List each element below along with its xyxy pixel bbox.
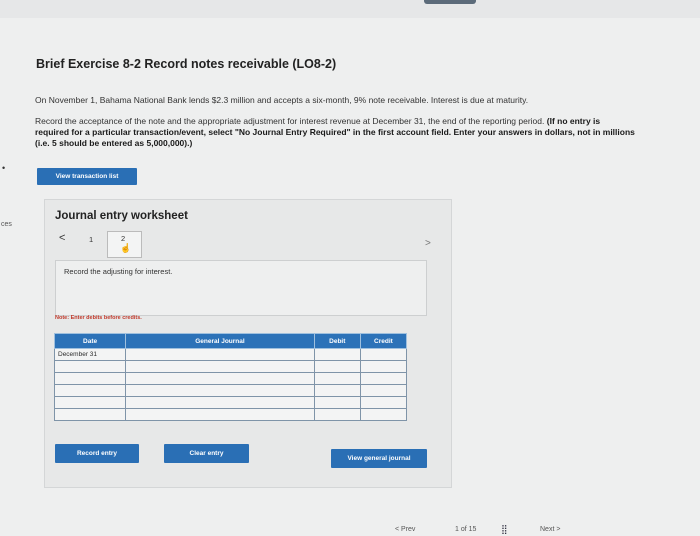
- date-cell[interactable]: [53, 372, 127, 385]
- account-cell[interactable]: [125, 348, 315, 361]
- credit-cell[interactable]: [359, 384, 408, 397]
- grid-icon[interactable]: ⣿: [501, 524, 508, 535]
- clear-entry-button[interactable]: Clear entry: [164, 444, 249, 463]
- debit-cell[interactable]: [313, 372, 361, 385]
- credit-cell[interactable]: [359, 360, 408, 373]
- exercise-title: Brief Exercise 8-2 Record notes receivab…: [36, 57, 337, 71]
- date-cell[interactable]: [53, 384, 127, 397]
- journal-rows: December 31: [53, 348, 408, 421]
- exercise-paragraph-1: On November 1, Bahama National Bank lend…: [35, 95, 529, 105]
- entry-tab-2[interactable]: 2 ☝: [107, 231, 142, 258]
- journal-table: Date General Journal Debit Credit Decemb…: [53, 333, 408, 421]
- debit-cell[interactable]: [313, 384, 361, 397]
- credit-cell[interactable]: [359, 396, 408, 409]
- credit-cell[interactable]: [359, 348, 408, 361]
- left-edge-text: ces: [1, 221, 12, 228]
- next-page-link[interactable]: Next >: [540, 526, 560, 533]
- instructions-text: Record the acceptance of the note and th…: [35, 116, 547, 126]
- debit-cell[interactable]: [313, 348, 361, 361]
- hand-pointer-icon: ☝: [120, 243, 132, 253]
- account-cell[interactable]: [125, 384, 315, 397]
- credit-header: Credit: [359, 333, 408, 349]
- journal-row: [53, 384, 408, 397]
- next-entry-arrow-icon[interactable]: >: [425, 238, 431, 249]
- account-cell[interactable]: [125, 372, 315, 385]
- journal-row: December 31: [53, 348, 408, 361]
- prev-page-link[interactable]: < Prev: [395, 526, 445, 533]
- date-cell[interactable]: December 31: [53, 348, 127, 361]
- view-transaction-list-button[interactable]: View transaction list: [37, 168, 137, 185]
- top-scroll-indicator: [424, 0, 476, 4]
- debit-credit-note: Note: Enter debits before credits.: [55, 315, 142, 321]
- account-cell[interactable]: [125, 360, 315, 373]
- debit-header: Debit: [313, 333, 361, 349]
- date-cell[interactable]: [53, 396, 127, 409]
- worksheet-title: Journal entry worksheet: [55, 210, 188, 222]
- journal-row: [53, 372, 408, 385]
- journal-entry-worksheet: Journal entry worksheet < 1 2 ☝ > Record…: [44, 199, 452, 488]
- entry-tab-1[interactable]: 1: [89, 235, 93, 244]
- record-entry-button[interactable]: Record entry: [55, 444, 139, 463]
- debit-cell[interactable]: [313, 360, 361, 373]
- entry-description-box: Record the adjusting for interest.: [55, 260, 427, 316]
- entry-tab-2-label: 2: [121, 234, 126, 243]
- page-indicator: 1 of 15: [455, 526, 477, 533]
- date-cell[interactable]: [53, 360, 127, 373]
- general-journal-header: General Journal: [125, 333, 315, 349]
- view-general-journal-button[interactable]: View general journal: [331, 449, 427, 468]
- date-header: Date: [53, 333, 127, 349]
- journal-row: [53, 396, 408, 409]
- prev-entry-arrow-icon[interactable]: <: [59, 232, 65, 244]
- debit-cell[interactable]: [313, 408, 361, 421]
- journal-row: [53, 360, 408, 373]
- entry-description: Record the adjusting for interest.: [64, 267, 173, 276]
- journal-row: [53, 408, 408, 421]
- credit-cell[interactable]: [359, 408, 408, 421]
- credit-cell[interactable]: [359, 372, 408, 385]
- account-cell[interactable]: [125, 408, 315, 421]
- browser-top-bar: [0, 0, 700, 18]
- exercise-paragraph-2: Record the acceptance of the note and th…: [35, 116, 635, 149]
- account-cell[interactable]: [125, 396, 315, 409]
- left-edge-mark: •: [2, 163, 6, 173]
- debit-cell[interactable]: [313, 396, 361, 409]
- date-cell[interactable]: [53, 408, 127, 421]
